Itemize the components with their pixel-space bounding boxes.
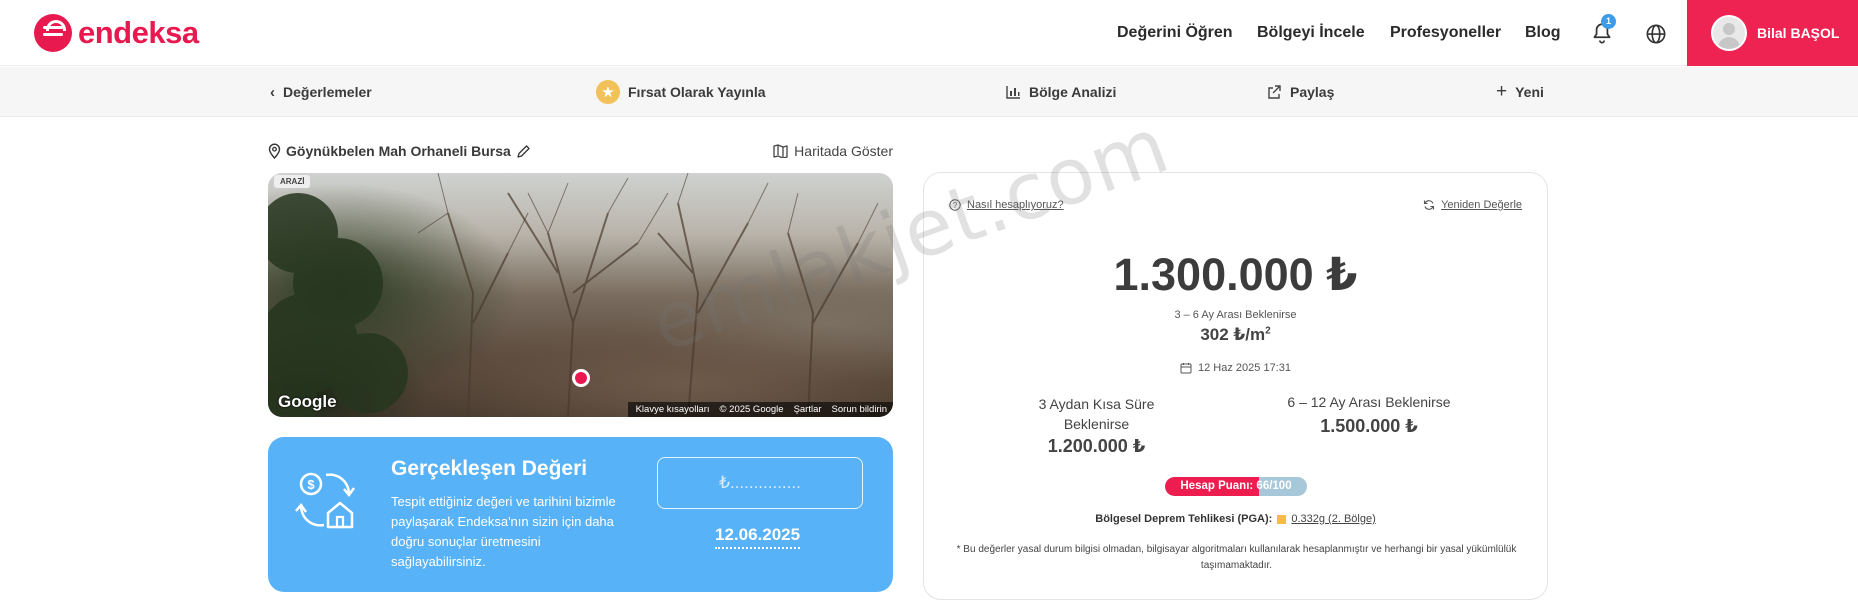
realized-value-card: $ Gerçekleşen Değeri Tespit ettiğiniz de…	[268, 437, 893, 592]
back-to-valuations-link[interactable]: ‹ Değerlemeler	[270, 67, 372, 117]
map-attribution: Klavye kısayolları © 2025 Google Şartlar…	[627, 402, 893, 417]
svg-text:?: ?	[953, 201, 958, 210]
revalue-link[interactable]: Yeniden Değerle	[1423, 199, 1522, 211]
chevron-left-icon: ‹	[270, 83, 275, 101]
score-progress-bar: Hesap Puanı: 66/100	[1165, 477, 1307, 496]
map-icon	[773, 144, 788, 158]
google-logo: Google	[278, 392, 337, 411]
valuation-date-text: 12 Haz 2025 17:31	[1198, 362, 1291, 374]
refresh-icon	[1424, 200, 1435, 210]
street-view-photo[interactable]: ARAZİ Google Klavye kısayolları © 2025 G…	[268, 173, 893, 417]
nav-profesyoneller[interactable]: Profesyoneller	[1390, 0, 1501, 66]
pga-label: Bölgesel Deprem Tehlikesi (PGA):	[1095, 513, 1273, 525]
logo-text: endeksa	[78, 15, 199, 50]
user-menu-button[interactable]: Bilal BAŞOL	[1687, 0, 1858, 66]
pga-value-link[interactable]: 0.332g (2. Bölge)	[1291, 513, 1375, 525]
address: Göynükbelen Mah Orhaneli Bursa	[268, 143, 531, 159]
price-period-note: 3 – 6 Ay Arası Beklenirse	[1174, 309, 1297, 321]
sub-navigation: ‹ Değerlemeler ★ Fırsat Olarak Yayınla B…	[0, 67, 1858, 117]
star-icon: ★	[596, 80, 620, 104]
nav-degerini-ogren[interactable]: Değerini Öğren	[1117, 0, 1233, 66]
map-link-label: Haritada Göster	[794, 143, 893, 159]
realized-price-input[interactable]: ₺...............	[657, 457, 863, 509]
hazard-color-square	[1277, 514, 1287, 524]
endeksa-logo[interactable]: endeksa	[34, 14, 199, 52]
estimated-price: 1.300.000 ₺	[1113, 249, 1358, 300]
report-problem-link[interactable]: Sorun bildirin	[832, 404, 887, 415]
show-on-map-link[interactable]: Haritada Göster	[773, 143, 893, 159]
location-row: Göynükbelen Mah Orhaneli Bursa Haritada …	[268, 141, 893, 163]
top-header: endeksa Değerini Öğren Bölgeyi İncele Pr…	[0, 0, 1858, 66]
realized-value-description: Tespit ettiğiniz değeri ve tarihini bizi…	[391, 494, 616, 569]
valuation-result-card: ? Nasıl hesaplıyoruz? Yeniden Değerle 1.…	[923, 172, 1548, 600]
location-pin-icon	[268, 143, 281, 159]
globe-icon[interactable]	[1643, 21, 1669, 47]
photo-type-tag: ARAZİ	[274, 175, 311, 188]
back-label: Değerlemeler	[283, 84, 372, 100]
edit-pencil-icon[interactable]	[516, 144, 531, 159]
nav-blog[interactable]: Blog	[1525, 0, 1561, 66]
long-term-label: 6 – 12 Ay Arası Beklenirse	[1287, 394, 1451, 410]
disclaimer-text: * Bu değerler yasal durum bilgisi olmada…	[956, 544, 1517, 571]
revalue-link-label: Yeniden Değerle	[1441, 199, 1522, 211]
logo-house-icon	[34, 14, 72, 52]
plus-icon: +	[1496, 81, 1508, 102]
valuation-date: 12 Haz 2025 17:31	[924, 362, 1547, 374]
share-icon	[1268, 85, 1281, 99]
publish-opportunity-button[interactable]: ★ Fırsat Olarak Yayınla	[596, 67, 766, 117]
map-pin-icon	[572, 369, 590, 387]
earthquake-hazard-line: Bölgesel Deprem Tehlikesi (PGA): 0.332g …	[924, 513, 1547, 525]
analysis-label: Bölge Analizi	[1029, 84, 1117, 100]
realized-date-input[interactable]: 12.06.2025	[715, 525, 801, 549]
address-text: Göynükbelen Mah Orhaneli Bursa	[286, 143, 511, 159]
how-link-label: Nasıl hesaplıyoruz?	[967, 199, 1064, 211]
new-button[interactable]: + Yeni	[1496, 67, 1544, 117]
nav-bolgeyi-incele[interactable]: Bölgeyi İncele	[1257, 0, 1365, 66]
long-term-price: 1.500.000 ₺	[1320, 416, 1418, 436]
price-per-m2: 302 ₺/m2	[924, 325, 1547, 345]
m2-superscript: 2	[1265, 325, 1271, 337]
score-text: Hesap Puanı: 66/100	[1180, 480, 1292, 492]
price-per-m2-value: 302 ₺/m	[1200, 325, 1266, 344]
svg-text:$: $	[307, 477, 315, 492]
user-name: Bilal BAŞOL	[1757, 25, 1840, 41]
keyboard-shortcuts-link[interactable]: Klavye kısayolları	[636, 404, 710, 415]
share-button[interactable]: Paylaş	[1267, 67, 1334, 117]
calendar-icon	[1180, 363, 1192, 374]
region-analysis-button[interactable]: Bölge Analizi	[1006, 67, 1116, 117]
copyright-text: © 2025 Google	[719, 404, 784, 415]
new-label: Yeni	[1515, 84, 1544, 100]
share-label: Paylaş	[1290, 84, 1335, 100]
exchange-house-icon: $	[295, 472, 356, 529]
notification-badge: 1	[1601, 14, 1616, 29]
publish-label: Fırsat Olarak Yayınla	[628, 84, 766, 100]
realized-value-title: Gerçekleşen Değeri	[391, 457, 588, 480]
bar-chart-icon	[1006, 86, 1020, 99]
question-circle-icon: ?	[949, 199, 961, 211]
terms-link[interactable]: Şartlar	[794, 404, 822, 415]
avatar	[1711, 15, 1747, 51]
how-we-calculate-link[interactable]: ? Nasıl hesaplıyoruz?	[949, 199, 1064, 211]
short-term-price: 1.200.000 ₺	[1047, 436, 1146, 456]
short-term-label: 3 Aydan Kısa Süre Beklenirse	[1038, 396, 1155, 432]
